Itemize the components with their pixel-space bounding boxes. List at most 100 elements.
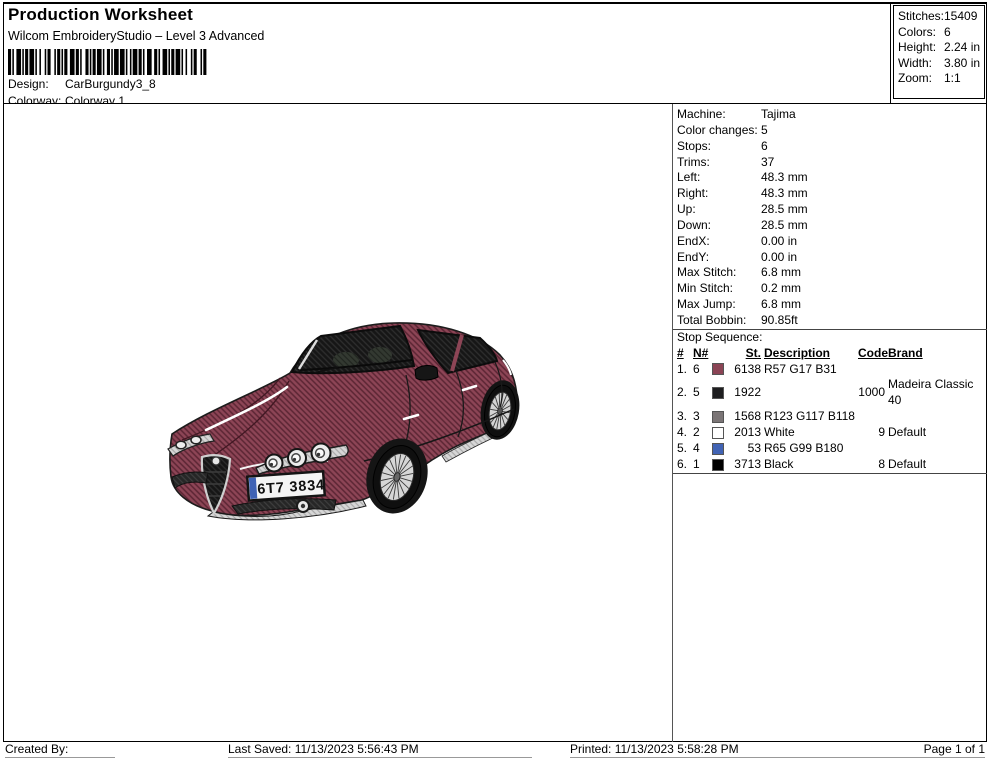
machine-info-row: Trims:37 (677, 155, 987, 171)
machine-info-value: 90.85ft (761, 313, 798, 329)
col-description: Description (764, 346, 855, 362)
cell-num: 6. (677, 457, 690, 473)
machine-info-value: 37 (761, 155, 774, 171)
license-plate: 6T7 3834 (247, 471, 325, 500)
stop-sequence-row: 3.31568R123 G117 B118 (677, 409, 986, 425)
thread-color-swatch (712, 443, 724, 455)
stat-label: Colors: (898, 25, 944, 41)
machine-info-value: 6 (761, 139, 768, 155)
app-subtitle: Wilcom EmbroideryStudio – Level 3 Advanc… (8, 29, 868, 43)
cell-brand: Default (888, 457, 986, 473)
stat-row-width: Width:3.80 in (898, 56, 984, 72)
side-mirror (415, 366, 438, 381)
machine-info-row: Stops:6 (677, 139, 987, 155)
machine-info-value: 5 (761, 123, 768, 139)
header-vertical-divider (890, 3, 891, 103)
footer-last-saved: Last Saved: 11/13/2023 5:56:43 PM (228, 741, 532, 758)
footer-printed: Printed: 11/13/2023 5:58:28 PM (570, 741, 780, 758)
design-stats-box: Stitches:15409 Colors:6 Height:2.24 in W… (893, 5, 985, 99)
cell-num: 4. (677, 425, 690, 441)
cell-num: 1. (677, 362, 690, 378)
machine-info-label: Max Stitch: (677, 265, 761, 281)
stat-label: Stitches: (898, 9, 944, 25)
cell-num: 2. (677, 385, 690, 401)
stat-row-colors: Colors:6 (898, 25, 984, 41)
machine-info-label: Total Bobbin: (677, 313, 761, 329)
cell-stitches: 2013 (731, 425, 761, 441)
machine-info-row: Left:48.3 mm (677, 170, 987, 186)
cell-stitches: 3713 (731, 457, 761, 473)
machine-info-label: EndY: (677, 250, 761, 266)
cell-needle: 2 (693, 425, 709, 441)
machine-info-value: Tajima (761, 107, 796, 123)
machine-info-value: 48.3 mm (761, 186, 808, 202)
cell-num: 5. (677, 441, 690, 457)
stop-sequence-row: 4.22013White9Default (677, 425, 986, 441)
machine-info-value: 0.00 in (761, 250, 797, 266)
machine-info-row: Total Bobbin:90.85ft (677, 313, 987, 329)
design-row: Design: CarBurgundy3_8 (8, 77, 868, 92)
machine-info-label: Down: (677, 218, 761, 234)
thread-color-swatch (712, 411, 724, 423)
cell-needle: 4 (693, 441, 709, 457)
cell-stitches: 6138 (731, 362, 761, 378)
thread-color-swatch (712, 427, 724, 439)
stop-sequence-header: # N# St. Description Code Brand (677, 346, 986, 362)
cell-code: 1000 (858, 385, 885, 401)
machine-panel: Machine:Tajima Color changes:5 Stops:6 T… (673, 104, 987, 474)
machine-info-label: Color changes: (677, 123, 761, 139)
col-brand: Brand (888, 346, 986, 362)
machine-info-row: Machine:Tajima (677, 107, 987, 123)
stop-sequence-row: 6.13713Black8Default (677, 457, 986, 473)
far-headlight-lamp (191, 436, 201, 444)
cell-stitches: 1922 (731, 385, 761, 401)
machine-info-value: 48.3 mm (761, 170, 808, 186)
cell-description: R65 G99 B180 (764, 441, 855, 457)
cell-description: Black (764, 457, 855, 473)
machine-info-label: Left: (677, 170, 761, 186)
machine-info-row: Color changes:5 (677, 123, 987, 139)
production-worksheet-page: Production Worksheet Wilcom EmbroiderySt… (0, 0, 990, 762)
stop-sequence-row: 1.66138R57 G17 B31 (677, 362, 986, 378)
stat-value: 15409 (944, 9, 977, 25)
col-code: Code (858, 346, 885, 362)
stat-label: Height: (898, 40, 944, 56)
far-headlight-lamp (176, 441, 186, 449)
cell-description: R123 G117 B118 (764, 409, 855, 425)
page-title: Production Worksheet (8, 5, 868, 25)
stop-sequence-title: Stop Sequence: (677, 330, 987, 346)
machine-info-value: 0.00 in (761, 234, 797, 250)
design-label: Design: (8, 77, 65, 92)
cell-needle: 3 (693, 409, 709, 425)
cell-description: R57 G17 B31 (764, 362, 855, 378)
thread-color-swatch (712, 387, 724, 399)
machine-info-value: 6.8 mm (761, 265, 801, 281)
machine-info-label: Stops: (677, 139, 761, 155)
stat-value: 6 (944, 25, 951, 41)
machine-info-value: 6.8 mm (761, 297, 801, 313)
machine-info-label: Trims: (677, 155, 761, 171)
design-preview-area: 6T7 3834 (4, 104, 672, 741)
thread-color-swatch (712, 363, 724, 375)
grille-emblem (212, 457, 220, 465)
stop-sequence-row: 5.453R65 G99 B180 (677, 441, 986, 457)
stat-label: Width: (898, 56, 944, 72)
machine-info-label: Max Jump: (677, 297, 761, 313)
cell-code: 8 (858, 457, 885, 473)
stat-row-zoom: Zoom:1:1 (898, 71, 984, 87)
machine-info-row: EndX:0.00 in (677, 234, 987, 250)
machine-info-label: Min Stitch: (677, 281, 761, 297)
header: Production Worksheet Wilcom EmbroiderySt… (8, 5, 868, 109)
thread-color-swatch (712, 459, 724, 471)
machine-info-label: Machine: (677, 107, 761, 123)
machine-info-label: EndX: (677, 234, 761, 250)
footer-created-by: Created By: (5, 741, 115, 758)
col-stitches: St. (731, 346, 761, 362)
stat-value: 1:1 (944, 71, 961, 87)
stat-value: 2.24 in (944, 40, 980, 56)
stat-label: Zoom: (898, 71, 944, 87)
stat-row-stitches: Stitches:15409 (898, 9, 984, 25)
machine-info-row: Down:28.5 mm (677, 218, 987, 234)
design-value: CarBurgundy3_8 (65, 77, 156, 92)
machine-info-row: Max Jump:6.8 mm (677, 297, 987, 313)
